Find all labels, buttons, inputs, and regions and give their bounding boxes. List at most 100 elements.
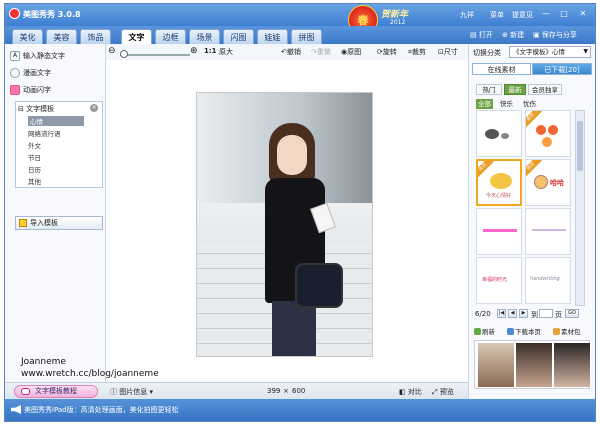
prev-page-button[interactable]: ◀	[508, 309, 517, 318]
animated-text-label: 动画闪字	[23, 86, 51, 94]
material-thumb[interactable]: handwriting	[525, 257, 571, 304]
filter-happy[interactable]: 快乐	[500, 99, 513, 109]
watermark-line-2: www.wretch.cc/blog/joanneme	[21, 369, 159, 379]
tab-decor[interactable]: 饰品	[80, 29, 111, 44]
zoom-slider[interactable]	[120, 54, 190, 56]
download-page-button[interactable]: 下载本页	[507, 326, 541, 336]
user-menu[interactable]: 九祥	[460, 10, 474, 20]
preview-button[interactable]: ⤢ 预览	[432, 387, 454, 397]
edited-photo[interactable]	[196, 92, 373, 357]
tab-collage[interactable]: 拼图	[291, 29, 322, 44]
minimize-button[interactable]: —	[539, 8, 553, 20]
menu-button[interactable]: 菜单	[490, 10, 504, 20]
material-thumb[interactable]: 会员 哈哈	[525, 159, 571, 206]
refresh-icon	[474, 328, 481, 335]
watermark-text: Joanneme www.wretch.cc/blog/joanneme	[21, 356, 159, 380]
filter-sad[interactable]: 忧伤	[523, 99, 536, 109]
undo-button[interactable]: ↶撤销	[281, 47, 301, 57]
template-tree-header[interactable]: ⊟ 文字模板	[18, 104, 54, 114]
pagination: 6/20 |◀ ◀ ▶ 到 页 GO	[469, 306, 596, 322]
tab-text[interactable]: 文字	[121, 29, 152, 44]
new-button[interactable]: ⊕ 新建	[502, 30, 524, 40]
material-thumb[interactable]: 幸福的时光	[476, 257, 522, 304]
recent-image-thumb[interactable]	[516, 343, 552, 387]
open-button[interactable]: ▤ 打开	[470, 30, 493, 40]
flower-sticker	[542, 137, 552, 147]
first-page-button[interactable]: |◀	[497, 309, 506, 318]
cloud-sticker	[501, 133, 509, 139]
subtab-vip[interactable]: 会员独享	[528, 84, 562, 95]
chevron-down-icon: ▾	[147, 388, 153, 396]
next-page-button[interactable]: ▶	[519, 309, 528, 318]
scrollbar-thumb[interactable]	[577, 121, 583, 171]
recent-image-thumb[interactable]	[478, 343, 514, 387]
filter-all[interactable]: 全部	[476, 99, 493, 109]
subtab-newest[interactable]: 最新	[504, 84, 526, 95]
material-thumb[interactable]: 会员	[525, 110, 571, 157]
go-button[interactable]: GO	[565, 309, 579, 318]
app-logo-icon	[9, 8, 20, 19]
tree-item-other[interactable]: 其他	[28, 176, 41, 186]
canvas-status-bar: 文字模板教程 ⓘ 图片信息 ▾ 399 × 600 ◧ 对比 ⤢ 预览	[5, 382, 468, 399]
compare-icon: ◧	[399, 388, 408, 396]
status-message[interactable]: 美图秀秀iPad版：高清处理画面，美化拍图更轻松	[24, 405, 179, 415]
compare-button[interactable]: ◧ 对比	[399, 387, 422, 397]
tab-online-materials[interactable]: 在线素材	[472, 63, 531, 75]
redo-button[interactable]: ↷重做	[311, 47, 331, 57]
tree-item-internet-slang[interactable]: 网络流行语	[28, 128, 61, 138]
tab-downloaded[interactable]: 已下载[20]	[532, 63, 592, 75]
refresh-button[interactable]: 刷新	[474, 326, 495, 336]
tab-scene[interactable]: 场景	[189, 29, 220, 44]
tree-item-holiday[interactable]: 节日	[28, 152, 41, 162]
original-image-button[interactable]: ◉原图	[341, 47, 361, 57]
material-thumb-selected[interactable]: 会员 今天心情好	[476, 159, 522, 206]
crop-button[interactable]: ⌗裁剪	[408, 47, 426, 57]
text-tools-panel: A 输入静态文字 漫画文字 动画闪字 ⊟ 文字模板 × 心情 网络流行语 外文 节…	[5, 44, 106, 382]
status-bar: 美图秀秀iPad版：高清处理画面，美化拍图更轻松	[5, 399, 595, 421]
tab-doll[interactable]: 娃娃	[257, 29, 288, 44]
bubble-icon	[10, 68, 20, 78]
tab-face[interactable]: 美容	[46, 29, 77, 44]
category-select[interactable]: 《文字模板》心情 ▼	[509, 46, 591, 58]
zoom-slider-handle[interactable]	[120, 50, 128, 58]
material-scrollbar[interactable]	[575, 110, 585, 306]
festival-year: 2012	[390, 19, 406, 26]
tab-frame[interactable]: 边框	[155, 29, 186, 44]
tree-item-mood[interactable]: 心情	[28, 116, 84, 126]
tree-item-foreign[interactable]: 外文	[28, 140, 41, 150]
tab-beautify[interactable]: 美化	[12, 29, 43, 44]
close-icon[interactable]: ×	[90, 104, 98, 112]
recent-image-thumb[interactable]	[554, 343, 590, 387]
feedback-button[interactable]: 提意见	[512, 10, 533, 20]
material-thumb[interactable]	[476, 208, 522, 255]
animated-text-tool[interactable]: 动画闪字	[10, 85, 51, 95]
static-text-tool[interactable]: A 输入静态文字	[10, 51, 65, 61]
comic-text-tool[interactable]: 漫画文字	[10, 68, 51, 78]
tab-flash[interactable]: 闪图	[223, 29, 254, 44]
image-info-button[interactable]: ⓘ 图片信息 ▾	[110, 387, 153, 397]
template-tutorial-button[interactable]: 文字模板教程	[14, 385, 98, 398]
maximize-button[interactable]: □	[557, 8, 571, 20]
image-canvas[interactable]	[106, 60, 468, 382]
text-a-icon: A	[10, 51, 20, 61]
image-info-label: 图片信息	[119, 388, 148, 396]
material-thumb[interactable]	[525, 208, 571, 255]
resize-button[interactable]: ⊡尺寸	[438, 47, 458, 57]
import-template-button[interactable]: 导入模板	[15, 216, 103, 230]
text-line-sticker	[483, 229, 517, 232]
material-thumb[interactable]	[476, 110, 522, 157]
tree-item-calendar[interactable]: 日历	[28, 164, 41, 174]
page-number-input[interactable]	[539, 309, 553, 318]
ratio-button[interactable]: 1:1	[204, 47, 217, 55]
undo-label: 撤销	[286, 48, 301, 56]
original-size-button[interactable]: 原大	[219, 47, 233, 57]
subtab-hot[interactable]: 热门	[476, 84, 502, 95]
zoom-in-icon[interactable]: ⊕	[190, 46, 198, 56]
material-pack-button[interactable]: 素材包	[553, 326, 581, 336]
close-button[interactable]: ✕	[576, 8, 590, 20]
static-text-label: 输入静态文字	[23, 52, 65, 60]
import-template-label: 导入模板	[30, 219, 58, 227]
rotate-button[interactable]: ⟳旋转	[377, 47, 397, 57]
zoom-out-icon[interactable]: ⊖	[108, 46, 116, 56]
save-share-button[interactable]: ▣ 保存与分享	[533, 30, 577, 40]
